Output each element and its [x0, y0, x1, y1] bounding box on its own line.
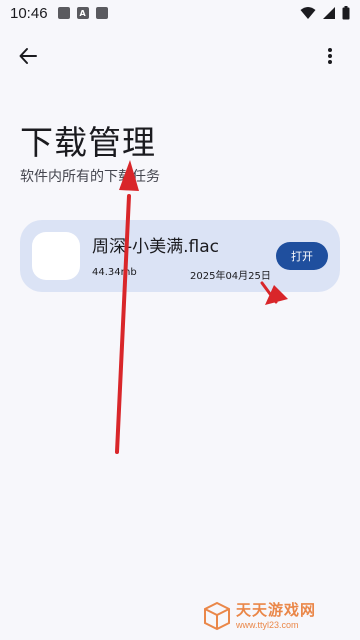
status-bar: 10:46 A — [0, 0, 360, 26]
a-badge-icon: A — [76, 7, 89, 19]
back-button[interactable] — [12, 40, 44, 72]
annotation-arrows — [115, 160, 288, 454]
watermark-url: www.ttyl23.com — [236, 619, 299, 630]
cube-logo-icon — [204, 601, 230, 631]
file-size: 44.34mb — [92, 267, 137, 278]
file-thumbnail — [32, 232, 80, 280]
site-watermark: 天天游戏网 www.ttyl23.com — [202, 598, 352, 634]
page-title: 下载管理 — [20, 123, 156, 162]
arrow-left-icon — [19, 48, 37, 64]
wifi-icon — [300, 7, 316, 19]
page-subtitle: 软件内所有的下载任务 — [20, 169, 160, 185]
status-time: 10:46 — [10, 4, 48, 22]
app-bar — [0, 36, 360, 76]
file-date: 2025年04月25日 — [190, 271, 271, 282]
app-notification-icon — [95, 7, 108, 19]
file-name: 周深-小美满.flac — [92, 237, 220, 257]
battery-icon — [342, 6, 350, 20]
watermark-name: 天天游戏网 — [236, 600, 317, 619]
app-notification-icon — [57, 7, 70, 19]
download-item-card[interactable]: 周深-小美满.flac 44.34mb 2025年04月25日 打开 — [20, 220, 340, 292]
open-button[interactable]: 打开 — [276, 242, 328, 270]
more-options-button[interactable] — [314, 40, 346, 72]
signal-icon — [323, 7, 335, 19]
status-icons — [300, 6, 350, 20]
more-vert-icon — [328, 48, 332, 64]
annotation-arrow-long — [115, 160, 139, 454]
